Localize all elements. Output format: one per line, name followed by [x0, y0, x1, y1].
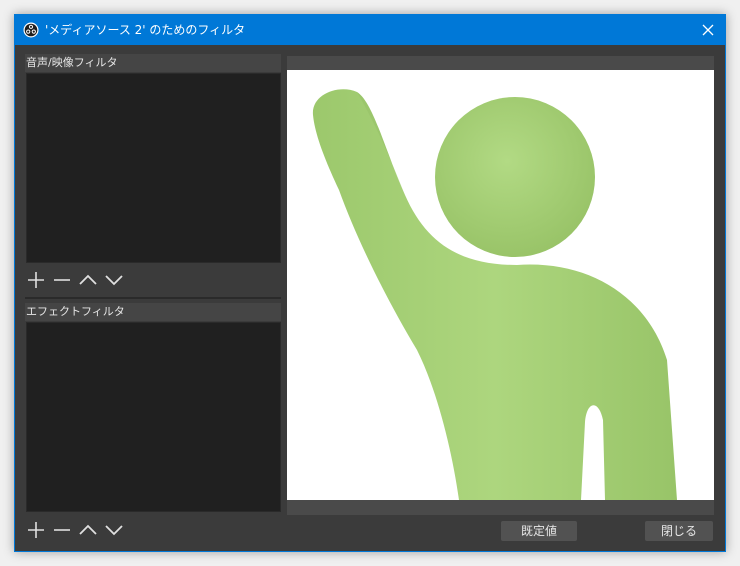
move-audio-video-filter-up-button[interactable]: [77, 269, 99, 291]
obs-logo-icon: [23, 22, 39, 38]
chevron-down-icon: [105, 525, 123, 536]
audio-video-filters-list[interactable]: [26, 73, 281, 263]
filters-dialog: 'メディアソース 2' のためのフィルタ 音声/映像フィルタ エフェクトフィルタ…: [14, 14, 726, 552]
preview-image: [287, 70, 714, 500]
effect-filters-toolbar: [25, 515, 281, 545]
add-effect-filter-button[interactable]: [25, 519, 47, 541]
move-audio-video-filter-down-button[interactable]: [103, 269, 125, 291]
plus-icon: [28, 272, 44, 288]
effect-filters-header: エフェクトフィルタ: [25, 303, 281, 321]
minus-icon: [54, 279, 70, 281]
green-figure-illustration: [312, 89, 677, 500]
close-button[interactable]: 閉じる: [645, 521, 713, 541]
effect-filters-list[interactable]: [26, 322, 281, 512]
move-effect-filter-up-button[interactable]: [77, 519, 99, 541]
source-preview: [287, 56, 714, 515]
defaults-button[interactable]: 既定値: [501, 521, 577, 541]
chevron-up-icon: [79, 524, 97, 535]
window-title: 'メディアソース 2' のためのフィルタ: [45, 23, 246, 37]
move-effect-filter-down-button[interactable]: [103, 519, 125, 541]
audio-video-filters-toolbar: [25, 265, 281, 295]
section-divider: [25, 297, 281, 299]
remove-effect-filter-button[interactable]: [51, 519, 73, 541]
plus-icon: [28, 522, 44, 538]
close-icon: [702, 24, 714, 36]
add-audio-video-filter-button[interactable]: [25, 269, 47, 291]
remove-audio-video-filter-button[interactable]: [51, 269, 73, 291]
audio-video-filters-header: 音声/映像フィルタ: [25, 54, 281, 72]
title-bar[interactable]: 'メディアソース 2' のためのフィルタ: [15, 15, 725, 45]
close-window-button[interactable]: [691, 15, 725, 45]
chevron-up-icon: [79, 274, 97, 285]
chevron-down-icon: [105, 275, 123, 286]
minus-icon: [54, 529, 70, 531]
